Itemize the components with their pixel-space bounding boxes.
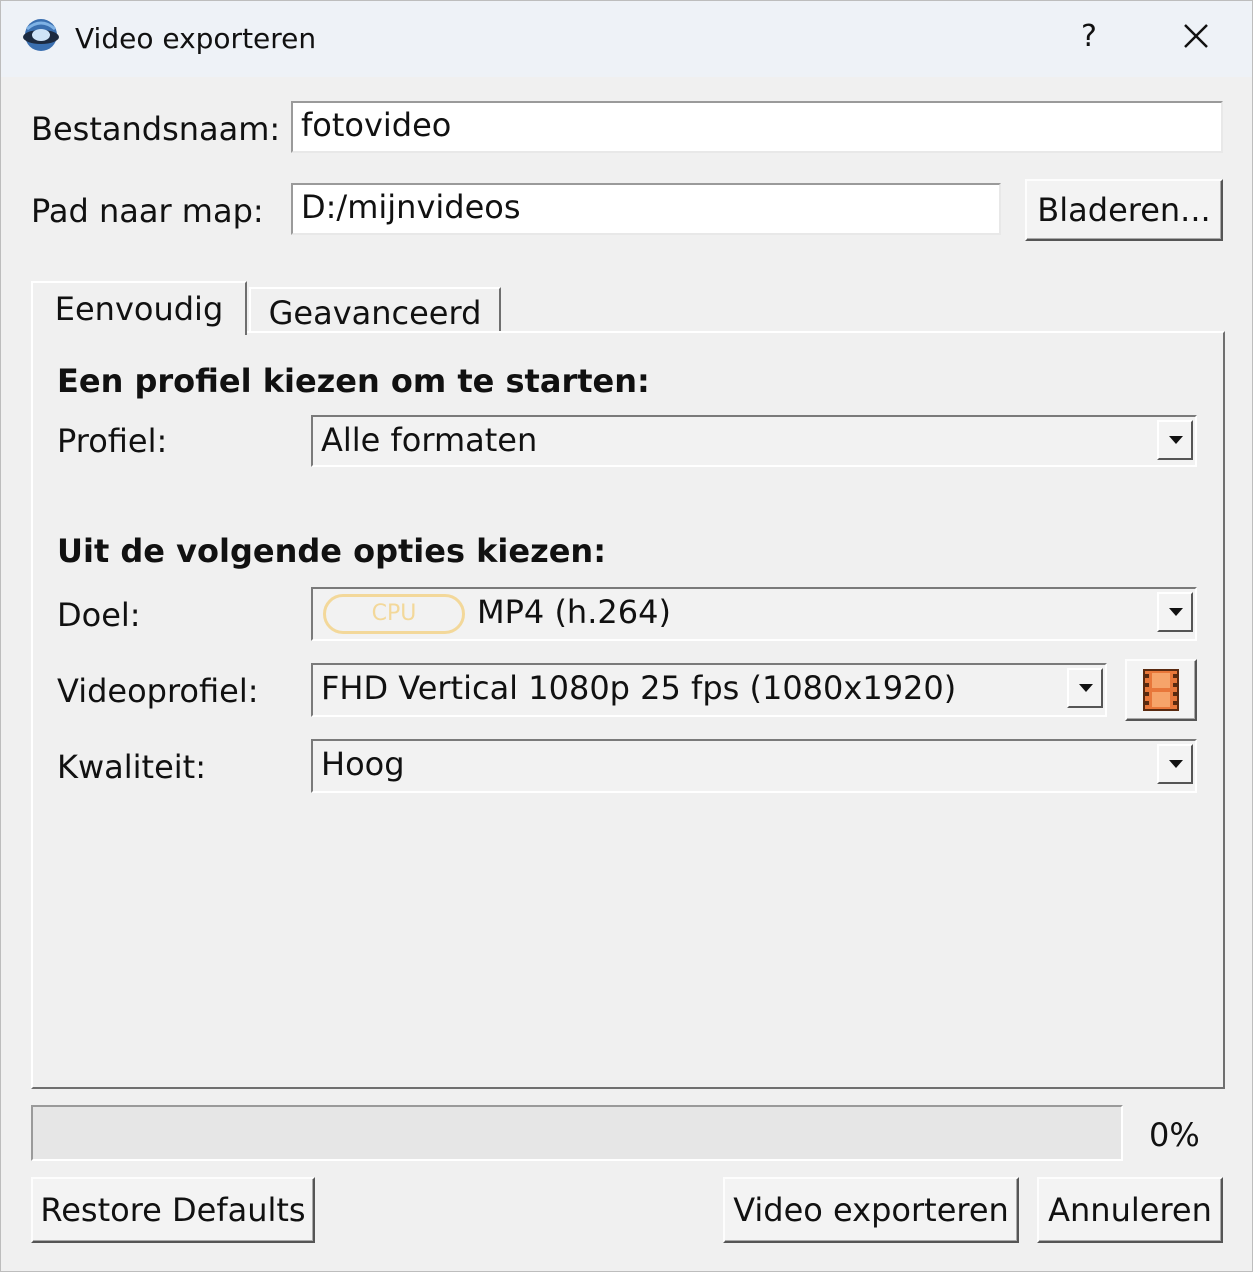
- video-profile-edit-button[interactable]: [1125, 659, 1197, 721]
- chevron-down-icon[interactable]: [1157, 592, 1193, 632]
- window-title: Video exporteren: [75, 22, 317, 55]
- chevron-down-icon[interactable]: [1067, 668, 1103, 708]
- progress-percent: 0%: [1149, 1116, 1200, 1154]
- browse-button[interactable]: Bladeren...: [1025, 179, 1223, 241]
- profile-select-value: Alle formaten: [321, 421, 538, 459]
- film-strip-icon: [1143, 669, 1179, 711]
- video-profile-select[interactable]: FHD Vertical 1080p 25 fps (1080x1920): [311, 663, 1107, 717]
- filename-label: Bestandsnaam:: [31, 110, 281, 148]
- tab-geavanceerd[interactable]: Geavanceerd: [249, 287, 501, 333]
- profile-label: Profiel:: [57, 422, 168, 460]
- filename-input[interactable]: fotovideo: [291, 101, 1223, 153]
- title-bar[interactable]: Video exporteren ?: [1, 1, 1252, 77]
- video-profile-select-value: FHD Vertical 1080p 25 fps (1080x1920): [321, 669, 957, 707]
- export-video-button[interactable]: Video exporteren: [723, 1177, 1019, 1243]
- target-label: Doel:: [57, 596, 141, 634]
- quality-label: Kwaliteit:: [57, 748, 206, 786]
- app-logo-icon: [23, 19, 59, 51]
- profile-heading: Een profiel kiezen om te starten:: [57, 362, 650, 400]
- path-input[interactable]: D:/mijnvideos: [291, 183, 1001, 235]
- cancel-button[interactable]: Annuleren: [1037, 1177, 1223, 1243]
- cpu-badge: CPU: [323, 594, 465, 634]
- target-select[interactable]: CPU MP4 (h.264): [311, 587, 1197, 641]
- close-icon[interactable]: [1171, 15, 1219, 59]
- chevron-down-icon[interactable]: [1157, 420, 1193, 460]
- tab-eenvoudig[interactable]: Eenvoudig: [31, 281, 247, 335]
- profile-select[interactable]: Alle formaten: [311, 415, 1197, 467]
- path-label: Pad naar map:: [31, 192, 264, 230]
- quality-select[interactable]: Hoog: [311, 739, 1197, 793]
- export-dialog: Video exporteren ? Bestandsnaam: fotovid…: [0, 0, 1253, 1272]
- restore-defaults-button[interactable]: Restore Defaults: [31, 1177, 315, 1243]
- target-select-value: MP4 (h.264): [477, 593, 671, 631]
- chevron-down-icon[interactable]: [1157, 744, 1193, 784]
- tab-panel-simple: Een profiel kiezen om te starten: Profie…: [31, 331, 1225, 1089]
- video-profile-label: Videoprofiel:: [57, 672, 259, 710]
- help-button[interactable]: ?: [1069, 17, 1109, 57]
- export-progress-bar: [31, 1105, 1123, 1161]
- quality-select-value: Hoog: [321, 745, 405, 783]
- options-heading: Uit de volgende opties kiezen:: [57, 532, 606, 570]
